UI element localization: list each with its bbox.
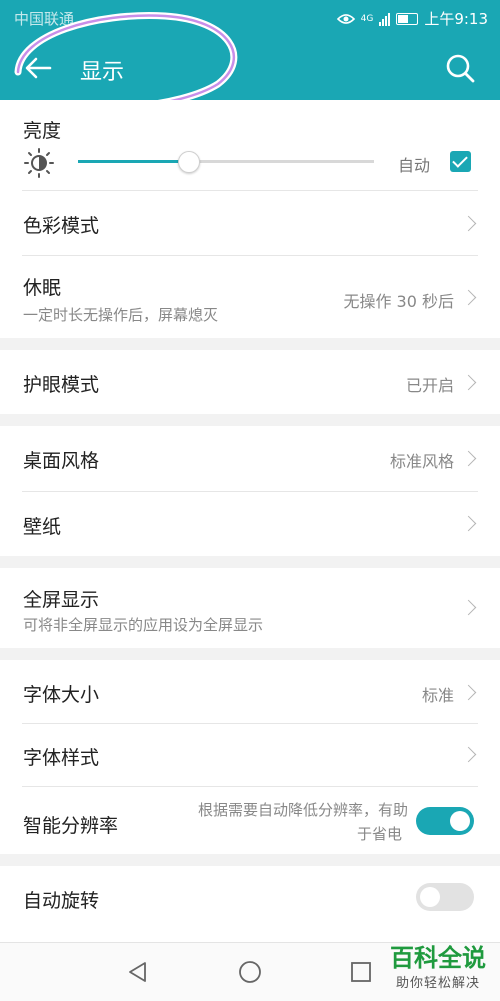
chevron-right-icon [460, 450, 477, 467]
battery-icon [396, 12, 419, 25]
row-font-style[interactable]: 字体样式 [0, 724, 500, 786]
app-bar: 显示 [0, 34, 500, 100]
eye-care-value: 已开启 [405, 376, 454, 395]
row-color-mode[interactable]: 色彩模式 [0, 191, 500, 255]
watermark-logo: 百科全说 助你轻松解决 [376, 944, 500, 1000]
chevron-right-icon [460, 515, 477, 532]
toggle-knob [420, 887, 440, 907]
brightness-slider[interactable] [78, 151, 374, 173]
font-size-value: 标准 [421, 686, 454, 705]
settings-group-display: 亮度 自动 色彩模式 休眠 一定时长无操作后，屏幕熄灭 无操作 30 秒后 [0, 100, 500, 338]
nav-home-icon[interactable] [238, 960, 262, 984]
nav-recents-icon[interactable] [350, 961, 372, 983]
settings-group-fullscreen: 全屏显示 可将非全屏显示的应用设为全屏显示 [0, 568, 500, 648]
color-mode-label: 色彩模式 [23, 215, 100, 237]
smart-resolution-description-line2: 于省电 [356, 825, 402, 843]
page-title: 显示 [80, 60, 125, 85]
settings-group-eye-care: 护眼模式 已开启 [0, 350, 500, 414]
back-arrow-icon[interactable] [22, 52, 54, 84]
row-auto-rotate: 自动旋转 [0, 866, 500, 930]
brightness-slider-thumb[interactable] [177, 151, 200, 173]
row-eye-care[interactable]: 护眼模式 已开启 [0, 350, 500, 414]
chevron-right-icon [460, 599, 477, 616]
desktop-style-label: 桌面风格 [23, 450, 100, 472]
font-size-label: 字体大小 [23, 684, 100, 706]
carrier-name: 中国联通 [14, 10, 75, 28]
auto-rotate-toggle[interactable] [416, 883, 474, 911]
settings-group-desktop: 桌面风格 标准风格 壁纸 [0, 426, 500, 556]
font-style-label: 字体样式 [23, 747, 100, 769]
eye-icon [336, 13, 355, 24]
smart-resolution-label: 智能分辨率 [23, 815, 119, 837]
smart-resolution-toggle[interactable] [416, 807, 474, 835]
smart-resolution-description-line1: 根据需要自动降低分辨率，有助 [197, 801, 408, 819]
toggle-knob [450, 811, 470, 831]
chevron-right-icon [460, 215, 477, 232]
sleep-value: 无操作 30 秒后 [343, 292, 454, 311]
watermark-title: 百科全说 [390, 944, 486, 972]
settings-group-rotation: 自动旋转 [0, 866, 500, 942]
brightness-label: 亮度 [23, 120, 62, 142]
signal-icon [379, 12, 391, 26]
fullscreen-description: 可将非全屏显示的应用设为全屏显示 [23, 616, 264, 634]
row-wallpaper[interactable]: 壁纸 [0, 492, 500, 556]
auto-rotate-label: 自动旋转 [23, 890, 100, 912]
desktop-style-value: 标准风格 [389, 452, 454, 471]
watermark-subtitle: 助你轻松解决 [395, 976, 480, 991]
auto-brightness-checkbox[interactable] [450, 151, 471, 172]
chevron-right-icon [460, 684, 477, 701]
nav-back-icon[interactable] [127, 961, 149, 983]
status-bar: 中国联通 4G 上午9:13 [0, 0, 500, 34]
chevron-right-icon [460, 374, 477, 391]
fullscreen-label: 全屏显示 [23, 589, 100, 611]
sleep-label: 休眠 [23, 277, 62, 299]
eye-care-label: 护眼模式 [23, 374, 100, 396]
settings-group-font: 字体大小 标准 字体样式 智能分辨率 根据需要自动降低分辨率，有助 于省电 [0, 660, 500, 854]
brightness-icon [24, 148, 54, 178]
row-font-size[interactable]: 字体大小 标准 [0, 660, 500, 723]
row-smart-resolution: 智能分辨率 根据需要自动降低分辨率，有助 于省电 [0, 787, 500, 854]
row-fullscreen[interactable]: 全屏显示 可将非全屏显示的应用设为全屏显示 [0, 568, 500, 648]
row-desktop-style[interactable]: 桌面风格 标准风格 [0, 426, 500, 491]
brightness-slider-fill [78, 160, 188, 163]
network-type: 4G [360, 13, 374, 24]
status-icons: 4G 上午9:13 [336, 8, 488, 29]
sleep-description: 一定时长无操作后，屏幕熄灭 [23, 306, 219, 324]
row-sleep[interactable]: 休眠 一定时长无操作后，屏幕熄灭 无操作 30 秒后 [0, 256, 500, 338]
auto-brightness-label: 自动 [398, 156, 431, 175]
search-icon[interactable] [444, 52, 476, 84]
status-time: 上午9:13 [424, 10, 488, 28]
chevron-right-icon [460, 289, 477, 306]
chevron-right-icon [460, 746, 477, 763]
wallpaper-label: 壁纸 [23, 516, 62, 538]
